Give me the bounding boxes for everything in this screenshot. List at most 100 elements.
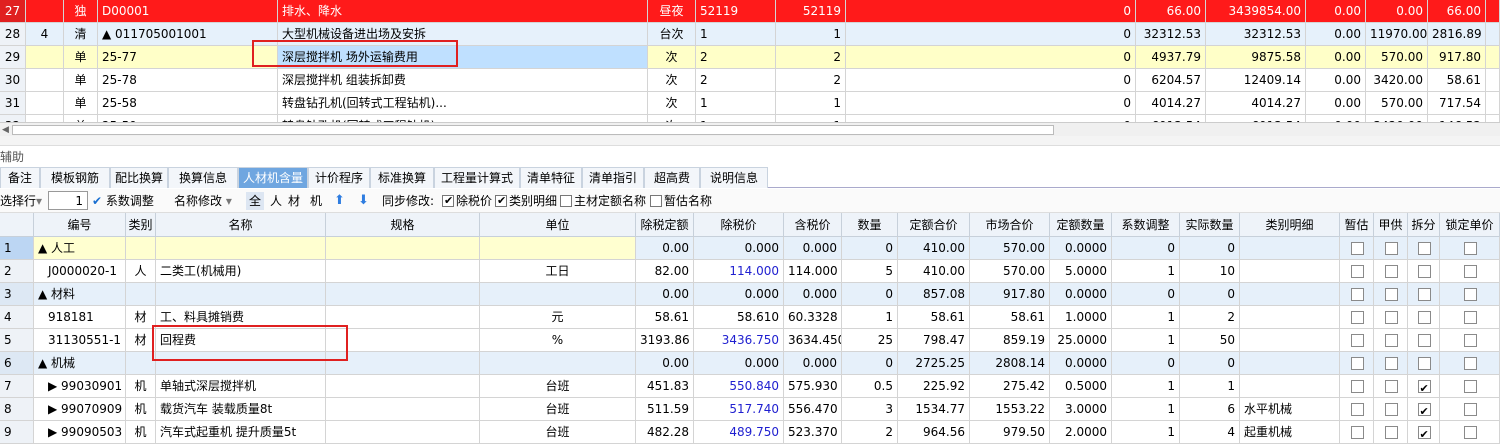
column-header-2[interactable]: 类别	[126, 213, 156, 237]
table-row[interactable]: 30 单 25-78 深层搅拌机 组装拆卸费次 2 2 0 6204.57 12409.14 0.…	[0, 69, 1500, 92]
cell-cat[interactable]: 材	[126, 306, 156, 329]
cell-qty[interactable]: 2	[842, 421, 898, 444]
cell-qty[interactable]: 5	[842, 260, 898, 283]
cell-coef[interactable]: 0	[1112, 352, 1180, 375]
cell-p1[interactable]: 58.61	[636, 306, 694, 329]
cell-cat[interactable]	[126, 352, 156, 375]
cell-qty[interactable]: 0	[842, 237, 898, 260]
cell-p1[interactable]: 482.28	[636, 421, 694, 444]
cell-p1[interactable]: 511.59	[636, 398, 694, 421]
tax-excl-price-checkbox[interactable]: 除税价	[442, 192, 492, 210]
cell-spec[interactable]	[326, 237, 480, 260]
cell-p1[interactable]: 3193.86	[636, 329, 694, 352]
checkbox-empty-icon[interactable]	[1350, 357, 1364, 370]
checkbox-empty-icon[interactable]	[1350, 288, 1364, 301]
cell-code[interactable]: ▲ 机械	[34, 352, 126, 375]
cell-t1[interactable]: 58.61	[898, 306, 970, 329]
cell-coef[interactable]: 1	[1112, 260, 1180, 283]
name-modify-dropdown[interactable]: 名称修改 ▾	[174, 192, 232, 210]
cell-detail[interactable]	[1240, 375, 1340, 398]
cell-p1[interactable]: 82.00	[636, 260, 694, 283]
cell-t2[interactable]: 979.50	[970, 421, 1050, 444]
checkbox-empty-icon[interactable]	[1463, 357, 1477, 370]
cell-p2[interactable]: 58.610	[694, 306, 784, 329]
column-header-16[interactable]: 暂估	[1340, 213, 1374, 237]
cell-detail[interactable]	[1240, 237, 1340, 260]
cell-t2[interactable]: 570.00	[970, 237, 1050, 260]
column-header-7[interactable]: 除税价	[694, 213, 784, 237]
column-header-1[interactable]: 编号	[34, 213, 126, 237]
filter-all-button[interactable]: 全	[246, 192, 265, 210]
cell-unit[interactable]: 元	[480, 306, 636, 329]
table-row[interactable]: 29 单 25-77 深层搅拌机 场外运输费用次 2 2 0 4937.79 9875.58 0.…	[0, 46, 1500, 69]
cell-name[interactable]	[156, 283, 326, 306]
checkbox-empty-icon[interactable]	[1350, 403, 1364, 416]
cell-qty[interactable]: 0	[842, 352, 898, 375]
move-down-icon[interactable]: ⬇	[358, 192, 369, 210]
checkbox-empty-icon[interactable]	[1463, 265, 1477, 278]
cell-actual[interactable]: 4	[1180, 421, 1240, 444]
cell-actual[interactable]: 2	[1180, 306, 1240, 329]
cell-detail[interactable]: 起重机械	[1240, 421, 1340, 444]
table-row[interactable]: 27 独 D00001 排水、降水 昼夜 52119 52119 0 66.00 3439854.…	[0, 0, 1500, 23]
column-header-10[interactable]: 定额合价	[898, 213, 970, 237]
cell-spec[interactable]	[326, 306, 480, 329]
cell-qn[interactable]: 0.5000	[1050, 375, 1112, 398]
checkbox-empty-icon[interactable]	[1417, 288, 1431, 301]
cell-detail[interactable]	[1240, 352, 1340, 375]
cell-p3[interactable]: 60.3328	[784, 306, 842, 329]
checkbox-empty-icon[interactable]	[1417, 334, 1431, 347]
cell-t1[interactable]: 964.56	[898, 421, 970, 444]
table-row[interactable]: 31 单 25-58 转盘钻孔机(回转式工程钻机)... 次 1 1 0 4014.27 4014…	[0, 92, 1500, 115]
column-header-18[interactable]: 拆分	[1408, 213, 1440, 237]
cell-p2[interactable]: 3436.750	[694, 329, 784, 352]
column-header-15[interactable]: 类别明细	[1240, 213, 1340, 237]
cell-coef[interactable]: 1	[1112, 375, 1180, 398]
cell-p3[interactable]: 575.930	[784, 375, 842, 398]
cell-spec[interactable]	[326, 375, 480, 398]
column-header-6[interactable]: 除税定额价	[636, 213, 694, 256]
checkbox-empty-icon[interactable]	[1384, 265, 1398, 278]
cell-code[interactable]: 31130551-1	[34, 329, 126, 352]
cell-p2[interactable]: 0.000	[694, 237, 784, 260]
cell-detail[interactable]: 水平机械	[1240, 398, 1340, 421]
tab-9[interactable]: 清单指引	[582, 167, 644, 188]
cell-qn[interactable]: 0.0000	[1050, 237, 1112, 260]
cell-p3[interactable]: 0.000	[784, 283, 842, 306]
cell-actual[interactable]: 0	[1180, 237, 1240, 260]
checkbox-empty-icon[interactable]	[1463, 403, 1477, 416]
column-header-17[interactable]: 甲供	[1374, 213, 1408, 237]
checkbox-empty-icon[interactable]	[1350, 265, 1364, 278]
column-header-5[interactable]: 单位	[480, 213, 636, 237]
table-row[interactable]: 7 ▶ 99030901 机单轴式深层搅拌机 台班 451.83 550.840 575.9…	[0, 375, 1500, 398]
cell-actual[interactable]: 10	[1180, 260, 1240, 283]
cell-unit[interactable]	[480, 352, 636, 375]
cell-t1[interactable]: 2725.25	[898, 352, 970, 375]
cell-p2[interactable]: 517.740	[694, 398, 784, 421]
checkbox-empty-icon[interactable]	[1350, 242, 1364, 255]
coef-adjust-button[interactable]: ✔ 系数调整	[92, 192, 154, 210]
cell-qty[interactable]: 1	[842, 306, 898, 329]
cell-actual[interactable]: 50	[1180, 329, 1240, 352]
cell-qn[interactable]: 1.0000	[1050, 306, 1112, 329]
cell-t2[interactable]: 1553.22	[970, 398, 1050, 421]
cell-cat[interactable]: 机	[126, 375, 156, 398]
cell-cat[interactable]: 人	[126, 260, 156, 283]
column-header-0[interactable]	[0, 213, 34, 237]
column-header-11[interactable]: 市场合价	[970, 213, 1050, 237]
cell-name[interactable]: 二类工(机械用)	[156, 260, 326, 283]
cell-code[interactable]: ▲ 材料	[34, 283, 126, 306]
cell-qn[interactable]: 0.0000	[1050, 283, 1112, 306]
table-row[interactable]: 5 31130551-1 材回程费% 3193.86 3436.750 3634.450 2…	[0, 329, 1500, 352]
checkbox-empty-icon[interactable]	[1463, 311, 1477, 324]
filter-labor-button[interactable]: 人	[270, 192, 282, 210]
checkbox-empty-icon[interactable]	[1350, 334, 1364, 347]
cell-qty[interactable]: 0.5	[842, 375, 898, 398]
table-row[interactable]: 3 ▲ 材料 0.00 0.000 0.000 0 857.08 917.80 0.0000 0 0	[0, 283, 1500, 306]
scroll-left-icon[interactable]: ◀	[2, 125, 10, 135]
cell-spec[interactable]	[326, 421, 480, 444]
checkbox-empty-icon[interactable]	[1384, 334, 1398, 347]
column-header-8[interactable]: 含税价	[784, 213, 842, 237]
checkbox-checked-icon[interactable]	[1417, 424, 1431, 443]
select-row-dropdown-icon[interactable]: ▾	[36, 192, 42, 210]
